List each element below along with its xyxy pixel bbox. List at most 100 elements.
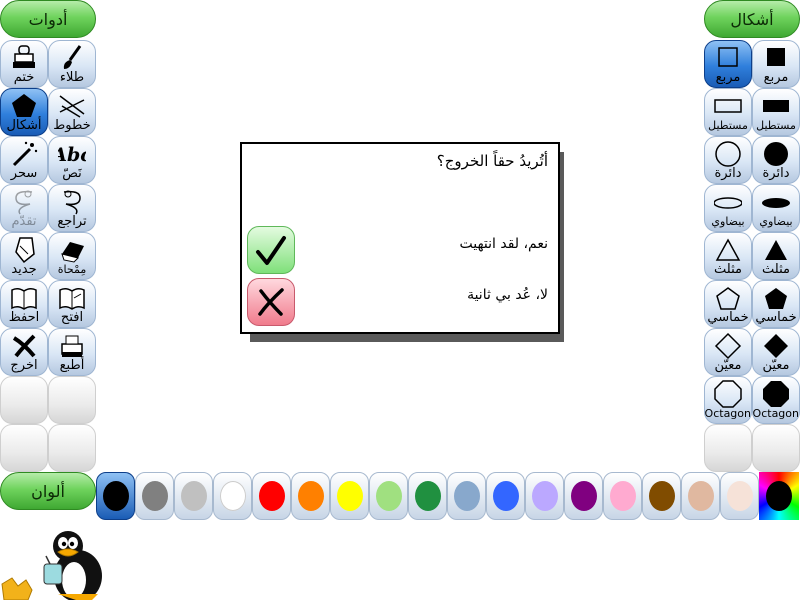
triangle-outline-icon [705,236,751,263]
tool-button-label: تراجع [57,214,87,229]
color-swatch-10[interactable] [486,472,525,520]
no-go-back-label[interactable]: لا، عُد بي ثانية [467,287,548,303]
color-dot [102,481,129,511]
color-dot [726,481,753,511]
shape-button-10[interactable]: خماسي [752,280,800,328]
ellipse-outline-icon [705,188,751,215]
shape-button-label: مستطيل [708,119,748,132]
color-swatch-6[interactable] [330,472,369,520]
color-dot [219,481,246,511]
pentagon-icon [1,92,47,119]
tool-button-13[interactable]: اخرج [0,328,48,376]
no-go-back-button[interactable] [247,278,295,326]
color-dot [648,481,675,511]
tool-button-2[interactable]: خطوط [48,88,96,136]
checkmark-icon [256,236,286,265]
color-swatch-14[interactable] [642,472,681,520]
magic-wand-icon [1,140,47,167]
empty-tool-slot [48,424,96,472]
shape-button-13[interactable]: معيّن [704,328,752,376]
color-swatch-1[interactable] [135,472,174,520]
shapes-grid: مربع مربع مستطيل مستطيل دائرة دائرة بيضاوي بيضا… [704,40,800,472]
shape-button-15[interactable]: Octagon [704,376,752,424]
shape-button-2[interactable]: مستطيل [752,88,800,136]
tool-button-4[interactable]: Abcنَصّ [48,136,96,184]
tool-button-6[interactable]: تراجع [48,184,96,232]
shape-button-8[interactable]: مثلث [752,232,800,280]
tool-button-9[interactable]: جديد [0,232,48,280]
shape-button-9[interactable]: مثلث [704,232,752,280]
shapes-header: أشكال [704,0,800,38]
color-dot [492,481,519,511]
color-dot [609,481,636,511]
tool-button-5[interactable]: سحر [0,136,48,184]
shape-button-11[interactable]: خماسي [704,280,752,328]
tool-button-8[interactable]: مِمْحاة [48,232,96,280]
triangle-filled-icon [753,236,799,263]
color-swatch-7[interactable] [369,472,408,520]
tool-button-label: نَصّ [62,166,82,181]
color-swatch-11[interactable] [525,472,564,520]
rectangle-filled-icon [753,92,799,119]
tool-button-3[interactable]: أشكال [0,88,48,136]
empty-shape-slot [752,424,800,472]
shape-button-label: معيّن [714,358,742,373]
shape-button-5[interactable]: دائرة [704,136,752,184]
color-swatch-13[interactable] [603,472,642,520]
color-swatch-5[interactable] [291,472,330,520]
shape-button-7[interactable]: بيضاوي [704,184,752,232]
color-swatch-8[interactable] [408,472,447,520]
color-swatch-3[interactable] [213,472,252,520]
tool-button-label: طلاء [59,70,85,85]
shape-button-14[interactable]: Octagon [752,376,800,424]
stamp-icon [1,44,47,71]
tool-button-12[interactable]: أطبع [48,328,96,376]
square-outline-icon [705,44,751,71]
color-swatch-2[interactable] [174,472,213,520]
tools-header: أدوات [0,0,96,38]
color-picker-swatch[interactable] [759,472,799,520]
color-dot [570,481,597,511]
printer-icon [49,332,95,359]
color-swatch-15[interactable] [681,472,720,520]
color-swatch-9[interactable] [447,472,486,520]
color-swatch-0[interactable] [96,472,135,520]
shape-button-3[interactable]: مستطيل [704,88,752,136]
shape-button-12[interactable]: معيّن [752,328,800,376]
color-swatch-16[interactable] [720,472,759,520]
shape-button-4[interactable]: دائرة [752,136,800,184]
paint-brush-icon [49,44,95,71]
color-dot [297,481,324,511]
shape-button-label: خماسي [707,310,749,325]
text-icon: Abc [49,140,95,167]
color-dot [180,481,207,511]
shape-button-6[interactable]: بيضاوي [752,184,800,232]
shape-button-1[interactable]: مربع [704,40,752,88]
shape-button-label: مثلث [714,262,742,277]
octagon-filled-icon [753,380,799,407]
empty-tool-slot [48,376,96,424]
dialog-question: أتُريدُ حقاً الخروج؟ [436,152,548,170]
shape-button-label: Octagon [704,407,751,420]
shape-button-label: دائرة [714,166,742,181]
shape-button-0[interactable]: مربع [752,40,800,88]
tool-button-10[interactable]: افتح [48,280,96,328]
yes-quit-button[interactable] [247,226,295,274]
tool-button-0[interactable]: طلاء [48,40,96,88]
diamond-filled-icon [753,332,799,359]
color-swatch-12[interactable] [564,472,603,520]
shape-button-label: دائرة [762,166,790,181]
shape-button-label: Octagon [752,407,799,420]
quit-dialog: أتُريدُ حقاً الخروج؟ نعم، لقد انتهيت لا،… [240,142,560,334]
color-dot [336,481,363,511]
tool-button-1[interactable]: ختم [0,40,48,88]
pentagon-outline-icon [705,284,751,311]
color-swatch-4[interactable] [252,472,291,520]
tool-button-label: مِمْحاة [57,263,87,276]
empty-shape-slot [704,424,752,472]
tool-button-11[interactable]: احفظ [0,280,48,328]
yes-quit-label[interactable]: نعم، لقد انتهيت [459,236,548,252]
tool-button-7[interactable]: تقدّم [0,184,48,232]
lines-icon [49,92,95,119]
diamond-outline-icon [705,332,751,359]
